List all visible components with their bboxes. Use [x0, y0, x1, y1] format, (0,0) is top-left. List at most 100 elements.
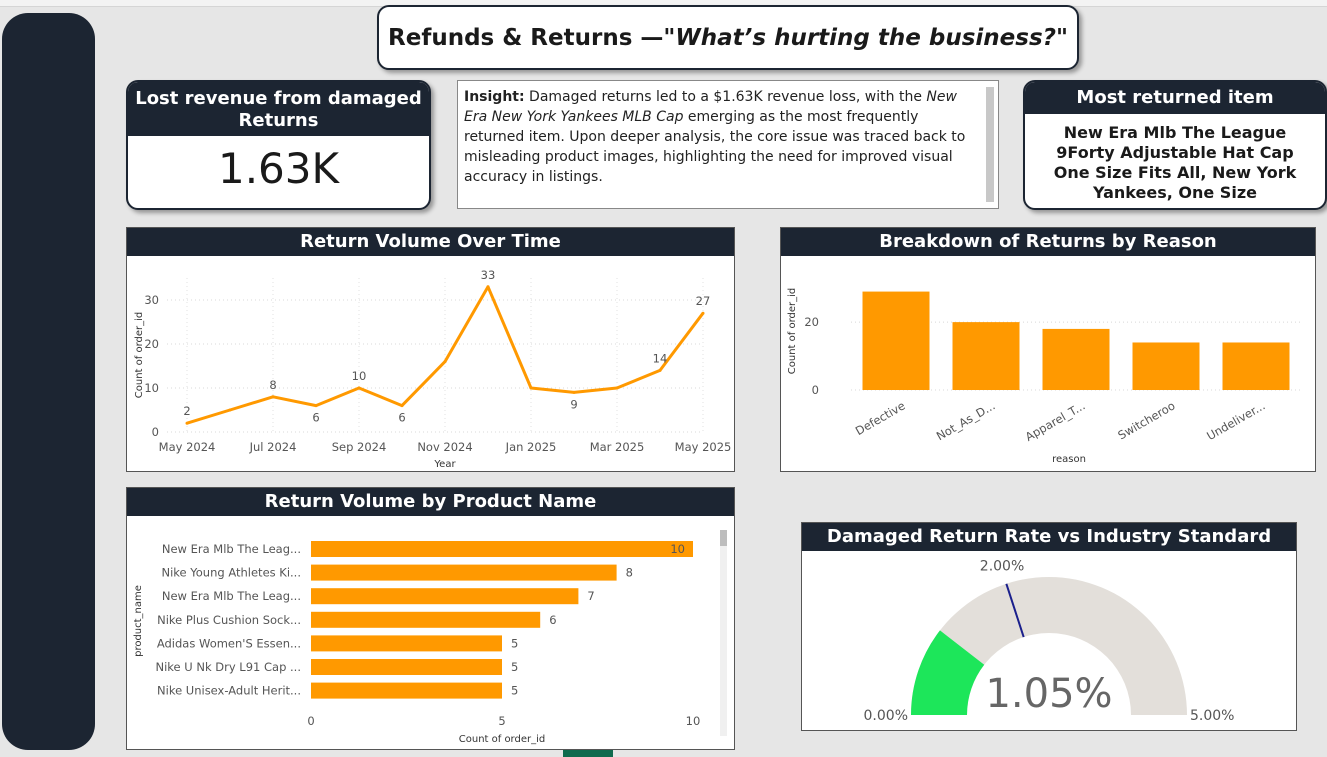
- bar: [1042, 328, 1110, 390]
- data-point: [615, 386, 619, 390]
- kpi-value: 1.63K: [217, 144, 340, 193]
- most-returned-label: Most returned item: [1025, 82, 1325, 114]
- data-point: [357, 386, 361, 390]
- x-tick-label: Jan 2025: [505, 440, 557, 454]
- data-label: 14: [653, 351, 668, 365]
- reason-chart-title: Breakdown of Returns by Reason: [781, 228, 1315, 256]
- product-bar-chart: New Era Mlb The Leag... 10 Nike Young Athl…: [133, 530, 727, 745]
- page-tab-indicator[interactable]: [563, 750, 613, 757]
- gauge-min-label: 0.00%: [864, 708, 908, 724]
- data-point: [185, 421, 189, 425]
- panel-return-volume-over-time: Return Volume Over Time 0 10 20 30 May 2024 J…: [126, 227, 735, 472]
- insight-label: Insight:: [464, 89, 525, 105]
- bar: [862, 291, 930, 390]
- data-label: 27: [696, 294, 711, 308]
- gauge-value-label: 1.05%: [985, 671, 1112, 717]
- x-axis-title: Count of order_id: [459, 734, 545, 745]
- panel-return-volume-by-product: Return Volume by Product Name New Era Ml…: [126, 487, 735, 750]
- bar: [311, 541, 693, 557]
- x-tick-label: May 2025: [675, 440, 732, 454]
- y-tick-label: Nike Plus Cushion Sock...: [157, 613, 301, 627]
- x-tick-label: Sep 2024: [332, 440, 387, 454]
- x-tick-label: 5: [498, 714, 505, 728]
- page-title-emphasis: "What’s hurting the business?": [663, 24, 1068, 51]
- data-point: [443, 360, 447, 364]
- y-axis-title: product_name: [133, 585, 144, 657]
- bar: [311, 611, 541, 628]
- bar: [952, 322, 1020, 390]
- kpi-label: Lost revenue from damaged Returns: [128, 82, 429, 136]
- product-chart-title: Return Volume by Product Name: [127, 488, 734, 516]
- data-label: 5: [511, 636, 518, 650]
- reason-bar-chart: 0 20 Defective Not_As_D... Apparel_T... Switc…: [787, 288, 1301, 465]
- y-tick-label: New Era Mlb The Leag...: [162, 589, 301, 603]
- y-axis-title: Count of order_id: [787, 288, 798, 374]
- x-tick-label: Apparel_T...: [1023, 398, 1088, 443]
- x-tick-label: Defective: [853, 398, 908, 438]
- scrollbar-thumb: [720, 530, 727, 546]
- y-tick-label: Nike Unisex-Adult Herit...: [157, 684, 301, 698]
- y-tick-label: New Era Mlb The Leag...: [162, 542, 301, 556]
- scrollbar-track: [720, 530, 727, 736]
- y-tick-label: Nike U Nk Dry L91 Cap ...: [155, 660, 301, 674]
- panel-damaged-return-gauge: Damaged Return Rate vs Industry Standard…: [801, 522, 1297, 731]
- line-chart: 0 10 20 30 May 2024 Jul 2024 Sep 2024 Nov 2024 J…: [134, 268, 732, 470]
- bar: [311, 659, 502, 675]
- data-label: 9: [570, 397, 577, 411]
- x-tick-label: Switcheroo: [1115, 398, 1177, 442]
- data-label: 10: [352, 369, 367, 383]
- y-tick-label: 20: [144, 337, 159, 351]
- y-tick-label: 0: [812, 383, 819, 397]
- insight-textbox[interactable]: Insight: Damaged returns led to a $1.63K…: [457, 80, 999, 209]
- line-chart-title: Return Volume Over Time: [127, 228, 734, 256]
- gauge-max-label: 5.00%: [1190, 708, 1234, 724]
- x-axis-title: reason: [1052, 454, 1086, 465]
- y-tick-label: 20: [804, 315, 819, 329]
- page-title-prefix: Refunds & Returns —: [388, 24, 664, 51]
- y-tick-label: 0: [152, 425, 159, 439]
- data-point: [572, 390, 576, 394]
- data-point: [658, 368, 662, 372]
- x-tick-label: Undeliver...: [1204, 398, 1267, 443]
- y-tick-label: Adidas Women'S Essen...: [157, 636, 301, 650]
- data-point: [486, 285, 490, 289]
- data-label: 6: [398, 411, 405, 425]
- most-returned-card: Most returned item New Era Mlb The Leagu…: [1023, 80, 1327, 210]
- y-tick-label: Nike Young Athletes Ki...: [161, 566, 301, 580]
- bar: [311, 564, 617, 581]
- gauge-chart: 2.00% 0.00% 5.00% 1.05%: [864, 558, 1235, 724]
- bar: [311, 588, 579, 605]
- data-label: 8: [626, 566, 633, 580]
- data-point: [400, 404, 404, 408]
- most-returned-value: New Era Mlb The League 9Forty Adjustable…: [1053, 123, 1297, 202]
- data-label: 8: [269, 378, 276, 392]
- data-label: 2: [183, 404, 190, 418]
- data-point: [529, 386, 533, 390]
- data-label: 5: [511, 660, 518, 674]
- insight-scrollbar[interactable]: [986, 87, 994, 202]
- page-title: Refunds & Returns — "What’s hurting the …: [377, 5, 1079, 70]
- navigation-sidebar[interactable]: [2, 13, 95, 750]
- data-point: [271, 395, 275, 399]
- x-tick-label: May 2024: [159, 440, 216, 454]
- gauge-chart-title: Damaged Return Rate vs Industry Standard: [802, 523, 1296, 551]
- x-tick-label: Not_As_D...: [934, 398, 998, 443]
- x-tick-label: Mar 2025: [590, 440, 645, 454]
- data-label: 5: [511, 684, 518, 698]
- x-tick-label: Nov 2024: [417, 440, 472, 454]
- data-point: [701, 311, 705, 315]
- kpi-card-lost-revenue: Lost revenue from damaged Returns 1.63K: [126, 80, 431, 210]
- data-point: [314, 404, 318, 408]
- gauge-target-label: 2.00%: [980, 558, 1024, 574]
- y-tick-label: 30: [144, 293, 159, 307]
- x-tick-label: Jul 2024: [249, 440, 297, 454]
- data-label: 6: [549, 613, 556, 627]
- y-tick-label: 10: [144, 381, 159, 395]
- data-label: 10: [670, 542, 685, 556]
- insight-text-before: Damaged returns led to a $1.63K revenue …: [524, 89, 927, 105]
- y-axis-title: Count of order_id: [134, 312, 145, 398]
- data-label: 6: [312, 411, 319, 425]
- insight-text: Insight: Damaged returns led to a $1.63K…: [464, 87, 982, 187]
- panel-returns-by-reason: Breakdown of Returns by Reason 0 20 Defect…: [780, 227, 1316, 472]
- data-label: 7: [587, 589, 594, 603]
